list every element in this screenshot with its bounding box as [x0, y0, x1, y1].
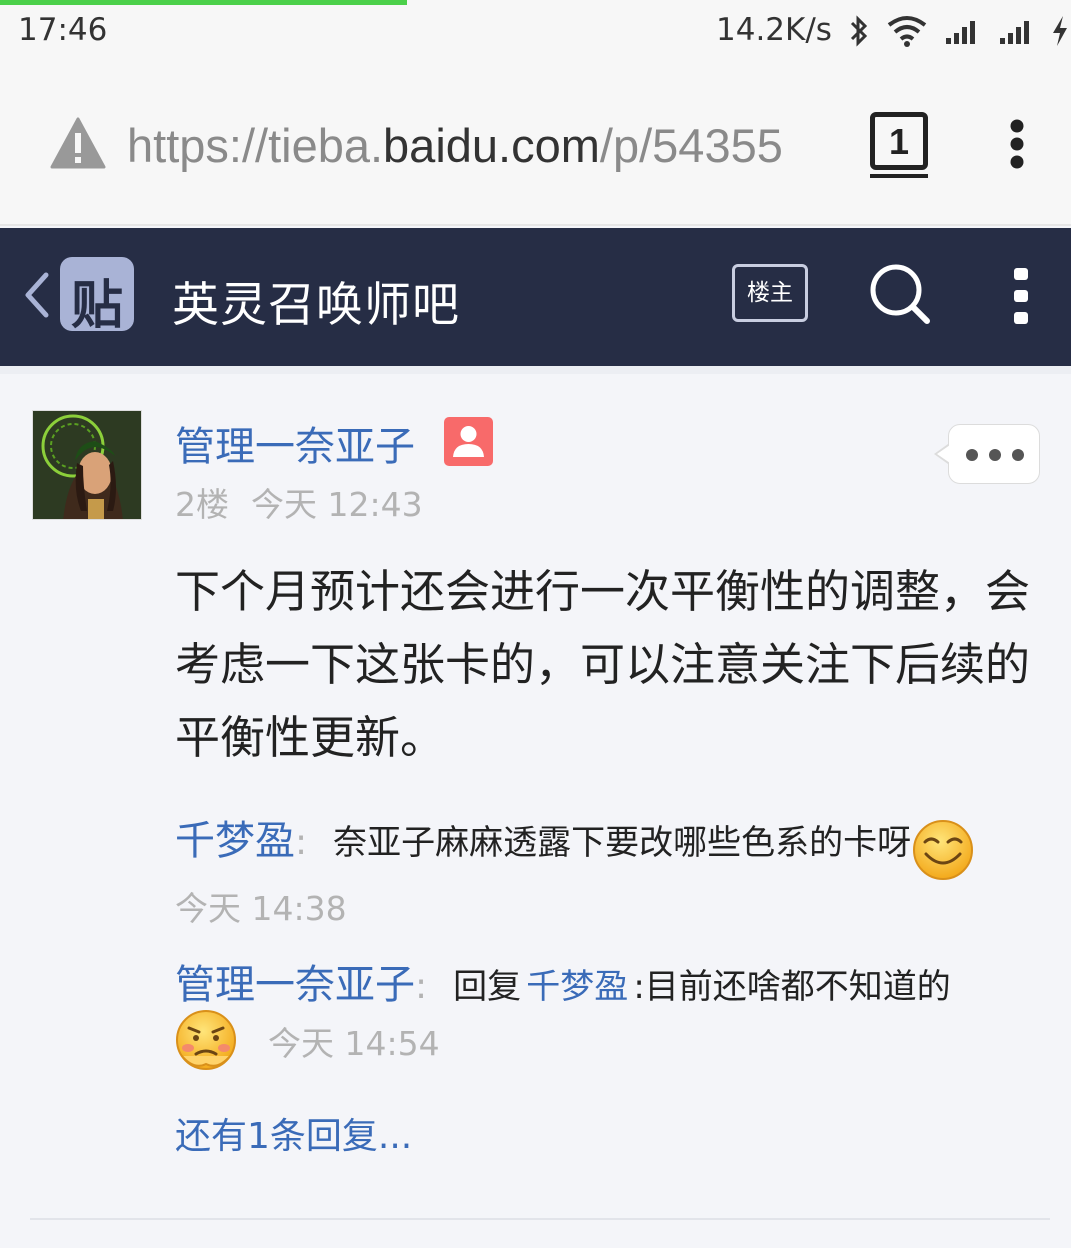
tab-switcher-button[interactable]: 1 — [870, 112, 928, 170]
search-icon[interactable] — [868, 262, 932, 326]
more-bubble-tail-inner — [937, 445, 950, 463]
tieba-logo[interactable]: 贴 — [60, 257, 134, 336]
wifi-icon — [887, 16, 927, 47]
post-time: 今天 12:43 — [251, 485, 423, 524]
user-icon — [453, 426, 484, 457]
reply-colon: : — [295, 822, 308, 863]
forum-title[interactable]: 英灵召唤师吧 — [172, 266, 460, 335]
avatar[interactable] — [32, 410, 142, 520]
reply-colon: : — [415, 966, 428, 1007]
reply-prefix: 回复 — [453, 967, 522, 1007]
back-icon[interactable] — [22, 270, 52, 320]
reply-text: :目前还啥都不知道的 — [633, 967, 951, 1007]
forum-header: 贴 英灵召唤师吧 楼主 — [0, 228, 1071, 366]
worried-emoji-icon — [176, 1010, 236, 1070]
post-meta: 2楼 今天 12:43 — [175, 478, 445, 526]
reply-user[interactable]: 千梦盈 — [175, 818, 295, 864]
tab-switcher-underline — [870, 174, 928, 178]
charging-icon — [1053, 16, 1067, 46]
reply-text: 奈亚子麻麻透露下要改哪些色系的卡呀 — [333, 823, 912, 863]
reply-item: 千梦盈: 奈亚子麻麻透露下要改哪些色系的卡呀 — [175, 808, 1055, 882]
warning-icon[interactable] — [50, 116, 106, 170]
header-shadow — [0, 366, 1071, 374]
worried-emoji — [174, 1008, 238, 1076]
browser-menu-icon[interactable] — [1004, 116, 1030, 176]
dot — [989, 449, 1001, 461]
url-host: baidu.com — [383, 119, 600, 172]
url-field[interactable]: https://tieba.baidu.com/p/54355 — [127, 118, 830, 178]
url-prefix: https://tieba. — [127, 119, 384, 172]
divider — [30, 1218, 1050, 1220]
dot — [966, 449, 978, 461]
only-op-button[interactable]: 楼主 — [732, 264, 808, 322]
reply-target-user[interactable]: 千梦盈 — [526, 967, 628, 1007]
url-suffix: /p/54355 — [599, 119, 783, 172]
browser-address-bar: https://tieba.baidu.com/p/54355 1 — [0, 62, 1071, 226]
status-bar: 17:46 14.2K/s — [0, 0, 1071, 62]
reply-time: 今天 14:38 — [175, 889, 347, 928]
bluetooth-icon — [850, 15, 868, 47]
reply-item: 管理一奈亚子: 回复 千梦盈 :目前还啥都不知道的 — [175, 952, 1055, 1010]
moderator-badge — [444, 417, 493, 466]
reply-time: 今天 14:54 — [268, 1024, 440, 1063]
dot — [1012, 449, 1024, 461]
signal-icon — [946, 21, 975, 44]
post-content: 下个月预计还会进行一次平衡性的调整，会考虑一下这张卡的，可以注意关注下后续的平衡… — [175, 565, 1031, 764]
post-author[interactable]: 管理一奈亚子 — [175, 414, 415, 472]
signal-icon — [1000, 21, 1029, 44]
network-speed: 14.2K/s — [716, 12, 832, 48]
reply-user[interactable]: 管理一奈亚子 — [175, 962, 415, 1008]
status-time: 17:46 — [18, 12, 108, 48]
post-floor: 2楼 — [175, 485, 229, 524]
smile-emoji-icon — [913, 819, 974, 880]
url-fade — [780, 112, 830, 182]
tieba-logo-text: 贴 — [70, 276, 123, 336]
post-more-button[interactable] — [948, 424, 1040, 484]
page-load-progress — [0, 0, 407, 5]
avatar-image — [33, 411, 141, 519]
more-replies-link[interactable]: 还有1条回复... — [175, 1107, 412, 1159]
more-menu-icon[interactable] — [1010, 266, 1032, 330]
